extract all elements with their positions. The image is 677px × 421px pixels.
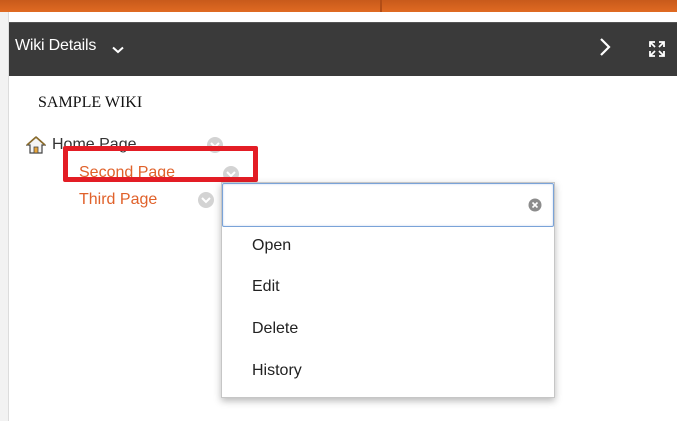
menu-item-edit[interactable]: Edit <box>252 278 280 296</box>
chevron-down-icon[interactable] <box>112 41 124 59</box>
expand-icon[interactable] <box>647 39 667 64</box>
menu-item-history[interactable]: History <box>252 362 302 380</box>
menu-filter-input[interactable] <box>222 183 554 227</box>
chevron-right-icon[interactable] <box>599 37 611 62</box>
clear-icon[interactable] <box>528 198 542 217</box>
panel-title[interactable]: Wiki Details <box>15 37 96 55</box>
menu-item-delete[interactable]: Delete <box>252 320 298 338</box>
panel-header: Wiki Details <box>9 22 677 76</box>
home-icon <box>25 136 47 159</box>
top-accent-bar <box>0 0 677 12</box>
highlight-annotation <box>63 146 258 182</box>
menu-item-open[interactable]: Open <box>252 237 291 255</box>
left-border <box>0 12 9 421</box>
circle-chevron-down-icon[interactable] <box>197 191 215 214</box>
page-context-menu: Open Edit Delete History <box>221 182 555 398</box>
page-link-third[interactable]: Third Page <box>79 190 157 209</box>
wiki-name: SAMPLE WIKI <box>38 94 143 111</box>
top-bar-divider <box>380 0 382 12</box>
